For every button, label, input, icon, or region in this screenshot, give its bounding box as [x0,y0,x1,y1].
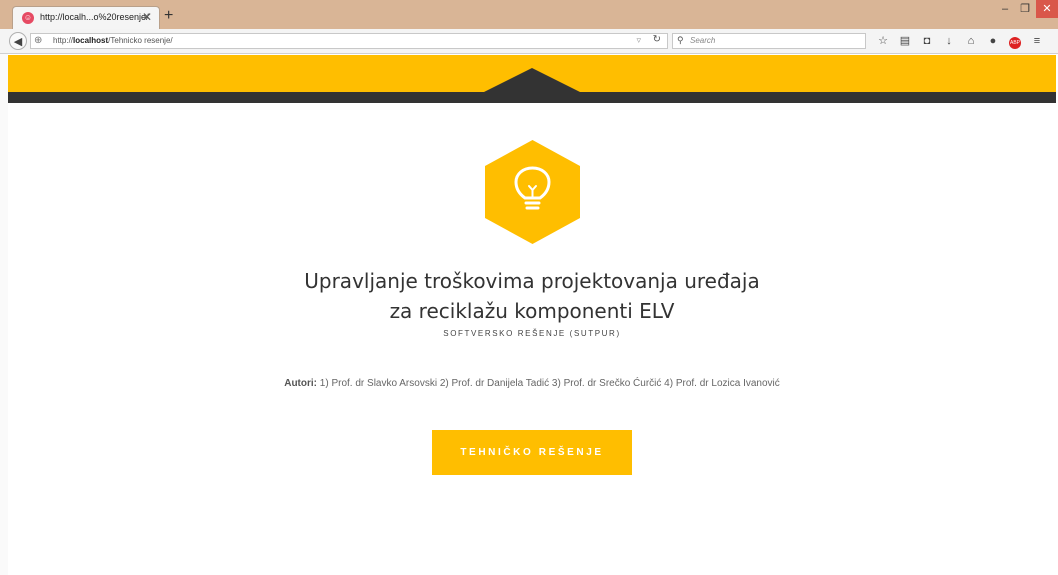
home-icon[interactable]: ⌂ [960,33,982,49]
url-text: http://localhost/Tehnicko resenje/ [53,36,173,45]
hexagon-logo [485,140,580,244]
header-peak [484,68,580,92]
reload-icon[interactable]: ↻ [653,34,661,45]
close-window-button[interactable]: ✕ [1036,0,1058,18]
browser-titlebar: ☺ http://localh...o%20resenje/ ✕ + – ❐ ✕ [0,0,1058,30]
reading-list-icon[interactable]: ▤ [894,33,916,49]
authors-text: 1) Prof. dr Slavko Arsovski 2) Prof. dr … [319,378,780,389]
window-controls: – ❐ ✕ [994,0,1058,20]
pocket-icon[interactable]: ◘ [916,33,938,49]
search-bar[interactable]: ⚲ Search [672,33,866,49]
page-title-line-1: Upravljanje troškovima projektovanja ure… [304,269,760,293]
url-dropdown-icon[interactable]: ▿ [636,35,641,46]
search-icon: ⚲ [677,35,684,45]
address-bar[interactable]: ⊕ http://localhost/Tehnicko resenje/ ▿ ↻ [30,33,668,49]
browser-navbar: ◀ ⊕ http://localhost/Tehnicko resenje/ ▿… [0,29,1058,54]
header-dark-stripe [8,92,1056,103]
title-block: Upravljanje troškovima projektovanja ure… [200,266,864,338]
tehnicko-resenje-button[interactable]: TEHNIČKO REŠENJE [432,430,632,475]
authors-label: Autori: [284,378,317,389]
browser-toolbar: ☆ ▤ ◘ ↓ ⌂ ● ABP ≡ [872,33,1048,49]
browser-tab[interactable]: ☺ http://localh...o%20resenje/ ✕ [12,6,160,30]
authors-line: Autori: 1) Prof. dr Slavko Arsovski 2) P… [150,378,914,389]
search-input[interactable]: Search [690,36,715,45]
new-tab-button[interactable]: + [164,7,173,25]
back-button[interactable]: ◀ [9,32,27,50]
download-icon[interactable]: ↓ [938,33,960,49]
chat-icon[interactable]: ● [982,33,1004,49]
minimize-button[interactable]: – [996,0,1014,18]
page-left-edge [0,54,8,575]
page-subtitle: SOFTVERSKO REŠENJE (SUTPUR) [443,329,621,338]
menu-icon[interactable]: ≡ [1026,33,1048,49]
star-icon[interactable]: ☆ [872,33,894,49]
tab-title: http://localh...o%20resenje/ [40,12,149,22]
site-identity-icon[interactable]: ⊕ [34,35,42,46]
page-title-line-2: za reciklažu komponenti ELV [389,299,675,323]
restore-button[interactable]: ❐ [1016,0,1034,18]
tab-favicon-icon: ☺ [22,12,34,24]
tab-close-icon[interactable]: ✕ [142,10,152,24]
adblock-icon[interactable]: ABP [1004,33,1026,49]
